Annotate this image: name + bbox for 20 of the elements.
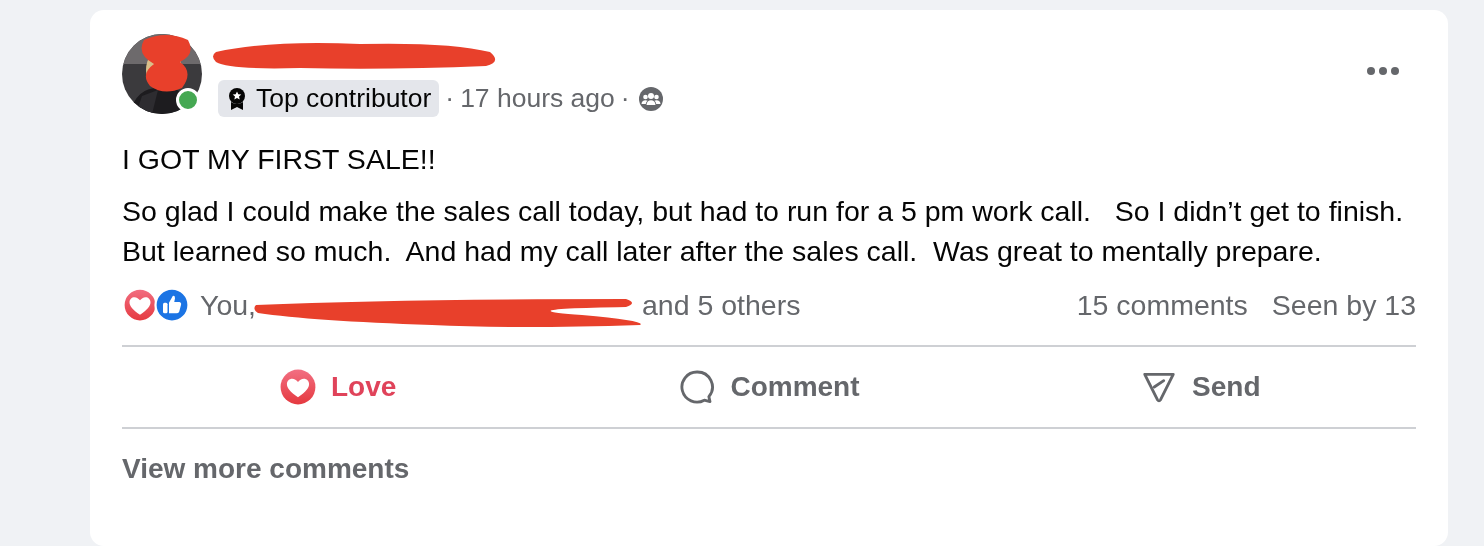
top-contributor-badge[interactable]: Top contributor — [218, 80, 440, 117]
comment-button[interactable]: Comment — [670, 364, 868, 410]
separator-dot: · — [445, 83, 455, 114]
speech-bubble-icon — [678, 368, 717, 406]
award-ribbon-icon — [226, 86, 248, 111]
love-reaction-icon — [122, 287, 158, 323]
post-text: So glad I could make the sales call today, but had to run for a 5 pm work call. So I didn’t get to finish. But learned so much. And had my call later after the sales call. Was great to mentally prepare. — [122, 194, 1405, 269]
view-more-comments-link[interactable]: View more comments — [122, 453, 410, 485]
post-time[interactable]: 17 hours ago — [460, 83, 615, 114]
group-icon[interactable] — [637, 85, 664, 112]
reaction-names[interactable]: You, — [200, 288, 256, 322]
post-headline: I GOT MY FIRST SALE!! — [122, 142, 437, 177]
like-reaction-icon — [154, 287, 190, 323]
comment-count[interactable]: 15 comments — [1076, 288, 1248, 322]
more-options-icon[interactable] — [1366, 66, 1400, 76]
send-button[interactable]: Send — [1132, 364, 1269, 410]
separator-dot: · — [620, 83, 630, 114]
love-button[interactable]: Love — [271, 364, 405, 410]
seen-count[interactable]: Seen by 13 — [1271, 288, 1416, 322]
reaction-names[interactable]: and 5 others — [642, 288, 801, 322]
